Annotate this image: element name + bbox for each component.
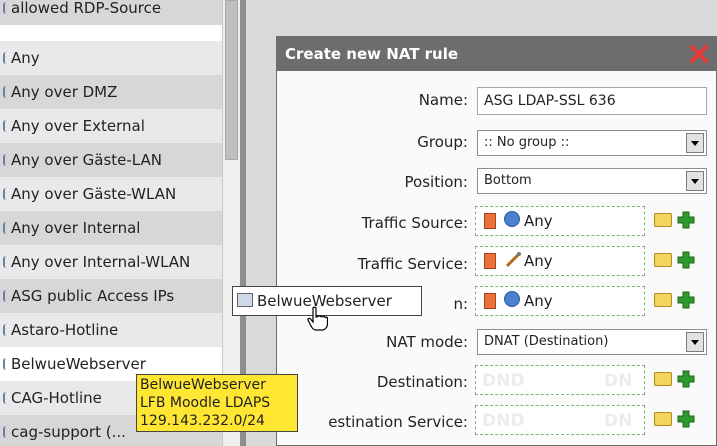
plus-icon[interactable] — [677, 410, 695, 428]
name-label: Name: — [418, 91, 468, 109]
traffic-service-value: Any — [524, 252, 553, 270]
list-item[interactable]: Astaro-Hotline — [0, 313, 222, 347]
object-icon — [3, 120, 9, 132]
object-icon — [3, 52, 9, 64]
list-item-label: ASG public Access IPs — [11, 287, 175, 305]
trash-icon[interactable] — [484, 213, 496, 229]
object-icon — [3, 154, 9, 166]
object-icon — [3, 290, 9, 302]
traffic-service-label: Traffic Service: — [357, 255, 468, 273]
network-icon — [504, 211, 520, 227]
list-item-label: Any over External — [11, 117, 145, 135]
destination-service-dropzone[interactable]: DND DN — [475, 405, 645, 435]
object-icon — [3, 188, 9, 200]
chevron-down-icon[interactable] — [686, 332, 704, 352]
list-item[interactable]: Any over Gäste-WLAN — [0, 177, 222, 211]
destination-label: Destination: — [376, 373, 468, 391]
object-icon — [3, 222, 9, 234]
list-item-label: Any over Gäste-WLAN — [11, 185, 177, 203]
close-icon[interactable] — [688, 43, 710, 65]
tooltip-line: BelwueWebserver — [140, 377, 266, 393]
list-item-label: Any over Internal — [11, 219, 141, 237]
service-icon — [505, 252, 521, 268]
object-icon — [3, 256, 9, 268]
folder-icon[interactable] — [654, 253, 672, 267]
folder-icon[interactable] — [654, 372, 672, 386]
group-select[interactable]: :: No group :: — [477, 130, 707, 156]
dnd-placeholder: DN — [604, 371, 633, 391]
scrollbar-thumb[interactable] — [225, 0, 238, 160]
dnd-placeholder: DND — [482, 411, 525, 431]
object-tooltip: BelwueWebserver LFB Moodle LDAPS 129.143… — [136, 374, 298, 432]
nat-mode-label: NAT mode: — [386, 333, 468, 351]
folder-icon[interactable] — [654, 213, 672, 227]
list-item[interactable]: Any over DMZ — [0, 75, 222, 109]
object-icon — [3, 358, 9, 370]
trash-icon[interactable] — [484, 293, 496, 309]
list-item[interactable]: Any over Internal — [0, 211, 222, 245]
position-label: Position: — [404, 173, 468, 191]
list-item[interactable]: Any over Gäste-LAN — [0, 143, 222, 177]
dialog-title: Create new NAT rule — [285, 45, 459, 63]
nat-mode-select-value: DNAT (Destination) — [484, 334, 609, 349]
name-field[interactable] — [477, 87, 707, 115]
list-item[interactable]: allowed RDP-Source — [0, 0, 222, 25]
dialog-titlebar[interactable]: Create new NAT rule — [277, 37, 716, 71]
plus-icon[interactable] — [677, 291, 695, 309]
object-icon — [3, 426, 9, 438]
traffic-source-label: Traffic Source: — [361, 214, 468, 232]
chevron-down-icon[interactable] — [686, 171, 704, 191]
object-icon — [3, 2, 9, 14]
traffic-source-dropzone[interactable]: Any — [475, 206, 645, 236]
destination-service-label: estination Service: — [328, 413, 468, 431]
list-item-label: cag-support (... — [11, 423, 126, 441]
list-item-label: Any — [11, 49, 40, 67]
traffic-destination-label: n: — [453, 295, 468, 313]
position-select-value: Bottom — [484, 173, 532, 188]
list-item-label: Astaro-Hotline — [11, 321, 119, 339]
dnd-placeholder: DN — [604, 411, 633, 431]
list-item-label: CAG-Hotline — [11, 389, 102, 407]
object-icon — [3, 392, 9, 404]
trash-icon[interactable] — [484, 253, 496, 269]
list-item-label: allowed RDP-Source — [11, 0, 162, 17]
server-icon — [237, 293, 253, 307]
nat-mode-select[interactable]: DNAT (Destination) — [477, 329, 707, 355]
folder-icon[interactable] — [654, 293, 672, 307]
plus-icon[interactable] — [677, 251, 695, 269]
group-select-value: :: No group :: — [484, 135, 570, 150]
destination-dropzone[interactable]: DND DN — [475, 365, 645, 395]
group-label: Group: — [417, 133, 468, 151]
list-item-label: Any over DMZ — [11, 83, 118, 101]
list-item[interactable]: Any — [0, 41, 222, 75]
traffic-destination-dropzone[interactable]: Any — [475, 286, 645, 316]
list-item-label: Any over Gäste-LAN — [11, 151, 162, 169]
list-item[interactable]: ASG public Access IPs — [0, 279, 222, 313]
object-icon — [3, 324, 9, 336]
traffic-destination-value: Any — [524, 292, 553, 310]
hand-cursor-icon — [307, 306, 328, 331]
network-icon — [504, 291, 520, 307]
traffic-source-value: Any — [524, 212, 553, 230]
nat-rule-dialog: Create new NAT rule Name: Group: :: No g… — [276, 36, 717, 446]
folder-icon[interactable] — [654, 412, 672, 426]
traffic-service-dropzone[interactable]: Any — [475, 246, 645, 276]
plus-icon[interactable] — [677, 370, 695, 388]
list-item-label: Any over Internal-WLAN — [11, 253, 191, 271]
tooltip-line: 129.143.232.0/24 — [140, 413, 265, 429]
tooltip-line: LFB Moodle LDAPS — [140, 395, 271, 411]
plus-icon[interactable] — [677, 211, 695, 229]
list-item-label: BelwueWebserver — [11, 355, 146, 373]
chevron-down-icon[interactable] — [686, 133, 704, 153]
dnd-placeholder: DND — [482, 371, 525, 391]
list-item[interactable]: Any over External — [0, 109, 222, 143]
position-select[interactable]: Bottom — [477, 168, 707, 194]
object-icon — [3, 86, 9, 98]
list-item[interactable]: Any over Internal-WLAN — [0, 245, 222, 279]
